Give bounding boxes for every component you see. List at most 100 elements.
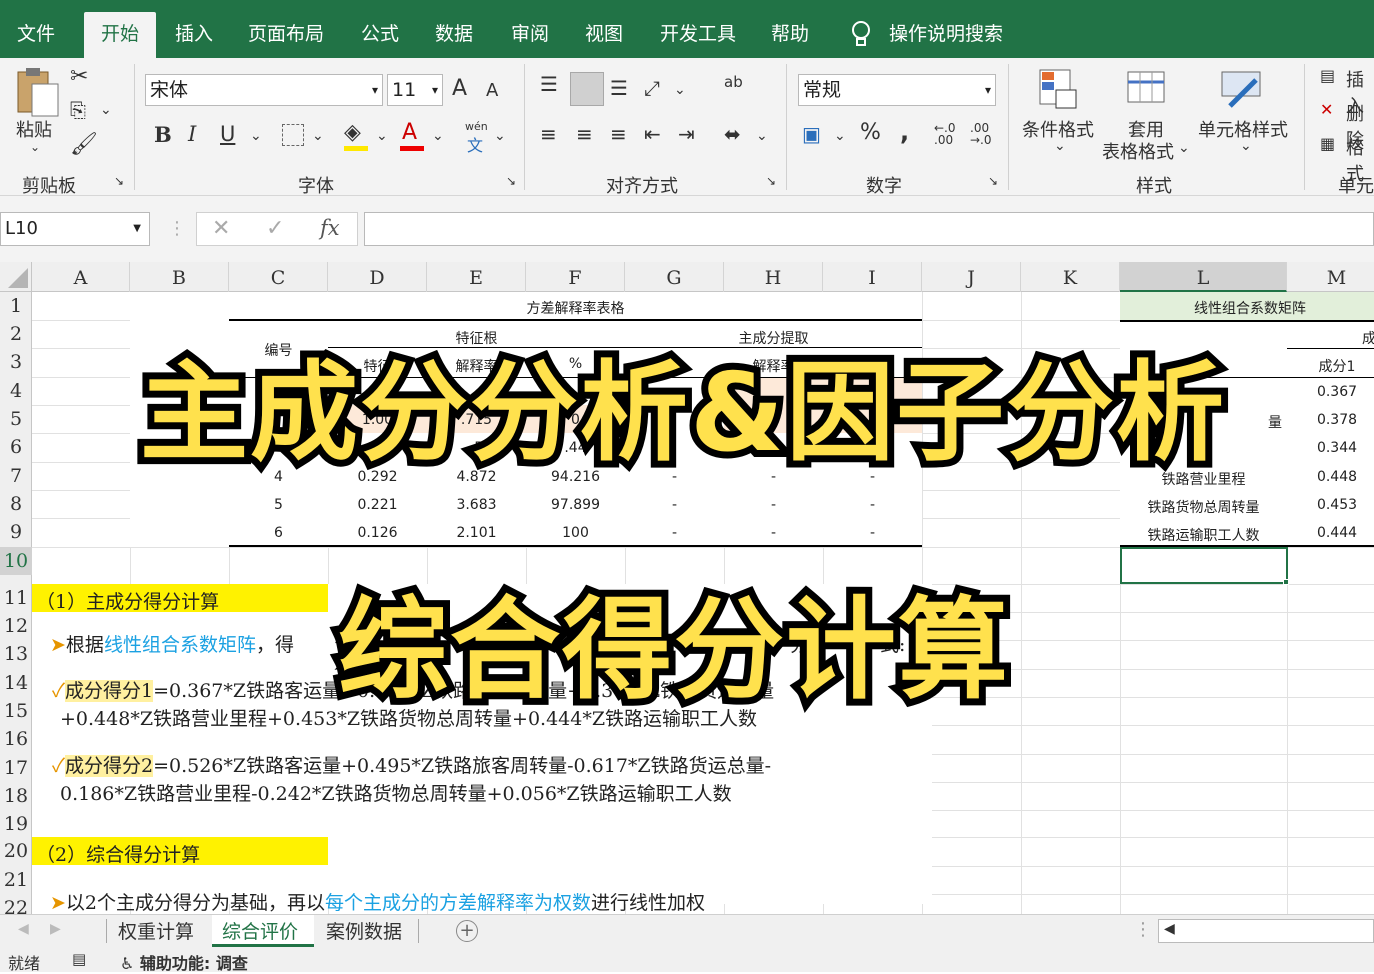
row-header[interactable]: 15 [0, 697, 32, 725]
row-header[interactable]: 9 [0, 518, 32, 546]
wrap-text-icon[interactable]: ab [724, 74, 743, 90]
borders-icon[interactable] [282, 124, 304, 146]
accounting-format-icon[interactable]: ▣ [802, 122, 821, 146]
bold-button[interactable]: B [154, 122, 172, 147]
name-box[interactable]: L10 ▼ [0, 212, 150, 246]
decrease-decimal-button[interactable]: .00 →.0 [970, 122, 992, 146]
font-name-combobox[interactable]: 宋体 ▾ [145, 74, 383, 106]
row-header[interactable]: 18 [0, 782, 32, 810]
percent-style-button[interactable]: % [860, 120, 881, 145]
paste-button[interactable]: 粘贴 [16, 116, 52, 142]
dialog-launcher-icon[interactable]: ↘ [766, 174, 776, 188]
format-as-table-icon[interactable] [1126, 68, 1170, 112]
row-header[interactable]: 7 [0, 462, 32, 490]
row-header[interactable]: 2 [0, 320, 32, 348]
number-format-combobox[interactable]: 常规 ▾ [798, 74, 996, 106]
column-header-d[interactable]: D [328, 262, 427, 292]
copy-icon[interactable]: ⎘ [70, 98, 86, 122]
column-header-g[interactable]: G [625, 262, 724, 292]
chevron-down-icon[interactable]: ⌄ [1054, 138, 1066, 154]
font-size-combobox[interactable]: 11 ▾ [387, 74, 443, 106]
select-all-corner[interactable] [0, 262, 32, 292]
grow-font-icon[interactable]: A [452, 76, 467, 101]
tab-data[interactable]: 数据 [426, 12, 482, 58]
dialog-launcher-icon[interactable]: ↘ [506, 174, 516, 188]
align-middle-icon[interactable] [570, 72, 604, 106]
conditional-format-icon[interactable] [1038, 68, 1078, 112]
format-as-table-line2[interactable]: 表格格式 [1102, 138, 1174, 164]
underline-button[interactable]: U [220, 122, 235, 146]
dialog-launcher-icon[interactable]: ↘ [988, 174, 998, 188]
horizontal-scrollbar[interactable] [1158, 919, 1374, 943]
chevron-down-icon[interactable]: ⌄ [674, 82, 686, 98]
sheet-tab-case-data[interactable]: 案例数据 [326, 917, 402, 944]
format-cells-icon[interactable]: ▦ [1320, 134, 1335, 153]
paste-icon[interactable] [16, 66, 60, 120]
row-header[interactable]: 21 [0, 866, 32, 894]
scroll-left-arrow-icon[interactable]: ◀ [1164, 921, 1175, 937]
merge-center-icon[interactable]: ⬌ [724, 122, 741, 146]
row-header[interactable]: 4 [0, 377, 32, 405]
cut-icon[interactable]: ✂ [70, 64, 88, 89]
column-header-j[interactable]: J [922, 262, 1021, 292]
tab-help[interactable]: 帮助 [762, 12, 818, 58]
chevron-down-icon[interactable]: ⌄ [30, 140, 40, 154]
sheet-tab-weights[interactable]: 权重计算 [118, 917, 194, 944]
tab-home[interactable]: 开始 [84, 12, 156, 58]
column-header-m[interactable]: M [1287, 262, 1374, 292]
row-header[interactable]: 14 [0, 669, 32, 697]
row-header[interactable]: 8 [0, 490, 32, 518]
row-header[interactable]: 5 [0, 405, 32, 433]
chevron-down-icon[interactable]: ⌄ [432, 128, 444, 144]
column-header-i[interactable]: I [823, 262, 922, 292]
italic-button[interactable]: I [188, 122, 196, 146]
scroll-left-icon[interactable]: ◀ [18, 921, 29, 937]
row-header[interactable]: 13 [0, 640, 32, 668]
tab-formulas[interactable]: 公式 [352, 12, 408, 58]
align-bottom-icon[interactable]: ☰ [610, 76, 628, 100]
align-right-icon[interactable]: ≡ [610, 122, 627, 146]
tab-developer[interactable]: 开发工具 [652, 12, 744, 58]
sheet-tab-evaluation[interactable]: 综合评价 [222, 917, 298, 944]
align-left-icon[interactable]: ≡ [540, 122, 557, 146]
column-header-h[interactable]: H [724, 262, 823, 292]
tab-file[interactable]: 文件 [8, 12, 64, 58]
decrease-indent-icon[interactable]: ⇤ [644, 122, 661, 146]
chevron-down-icon[interactable]: ⌄ [312, 128, 324, 144]
active-cell[interactable] [1120, 547, 1288, 584]
increase-indent-icon[interactable]: ⇥ [678, 122, 695, 146]
align-center-icon[interactable]: ≡ [576, 122, 593, 146]
chevron-down-icon[interactable]: ⌄ [834, 128, 846, 144]
tab-page-layout[interactable]: 页面布局 [240, 12, 332, 58]
column-header-e[interactable]: E [427, 262, 526, 292]
insert-function-icon[interactable]: fx [320, 216, 340, 240]
fill-handle[interactable] [1283, 579, 1289, 585]
macro-record-icon[interactable]: ▤ [72, 950, 86, 968]
column-header-f[interactable]: F [526, 262, 625, 292]
column-header-k[interactable]: K [1021, 262, 1120, 292]
row-header[interactable]: 1 [0, 292, 32, 320]
delete-cells-icon[interactable]: ✕ [1320, 100, 1333, 119]
accessibility-status[interactable]: ♿ 辅助功能: 调查 [120, 950, 248, 974]
dialog-launcher-icon[interactable]: ↘ [114, 174, 124, 188]
cancel-icon[interactable]: ✕ [212, 216, 230, 241]
chevron-down-icon[interactable]: ⌄ [250, 128, 262, 144]
column-header-l[interactable]: L [1120, 262, 1287, 292]
row-header-selected[interactable]: 10 [0, 547, 32, 575]
align-top-icon[interactable]: ☰ [540, 72, 558, 96]
column-header-c[interactable]: C [229, 262, 328, 292]
row-header[interactable]: 12 [0, 612, 32, 640]
row-header[interactable]: 16 [0, 725, 32, 753]
chevron-down-icon[interactable]: ⌄ [494, 128, 506, 144]
enter-icon[interactable]: ✓ [266, 216, 284, 241]
font-color-icon[interactable]: A [402, 120, 417, 145]
chevron-down-icon[interactable]: ⌄ [1240, 138, 1252, 154]
row-header[interactable]: 11 [0, 584, 32, 612]
scroll-right-icon[interactable]: ▶ [50, 921, 61, 937]
orientation-icon[interactable]: ⤢ [644, 76, 660, 100]
copy-dropdown-icon[interactable]: ⌄ [100, 102, 112, 118]
fill-color-icon[interactable]: ◈ [344, 120, 361, 145]
format-painter-icon[interactable]: 🖌 [70, 132, 98, 157]
row-header[interactable]: 6 [0, 433, 32, 461]
shrink-font-icon[interactable]: A [486, 80, 498, 101]
